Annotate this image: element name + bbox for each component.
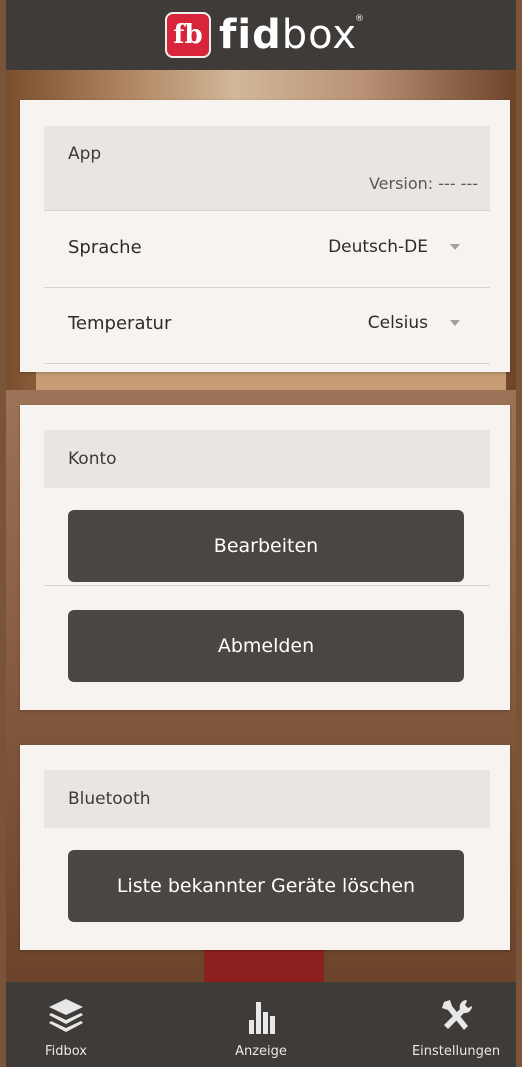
temperature-label: Temperatur — [68, 313, 172, 334]
chevron-down-icon — [450, 244, 460, 250]
bluetooth-section-title: Bluetooth — [68, 789, 151, 809]
logout-button[interactable]: Abmelden — [68, 610, 464, 682]
tools-icon — [442, 1000, 473, 1030]
nav-item-fidbox[interactable]: Fidbox — [6, 982, 126, 1067]
app-section-header: App Version: --- --- — [44, 126, 490, 210]
nav-label-einstellungen: Einstellungen — [411, 1044, 501, 1059]
language-value: Deutsch-DE — [328, 237, 428, 257]
background-table — [36, 370, 506, 390]
bar-chart-icon — [249, 1002, 275, 1034]
nav-label-fidbox: Fidbox — [45, 1044, 87, 1059]
account-section-title: Konto — [68, 449, 117, 469]
language-select[interactable]: Sprache Deutsch-DE — [44, 210, 490, 288]
app-section-title: App — [68, 144, 102, 164]
edit-account-button[interactable]: Bearbeiten — [68, 510, 464, 582]
app-settings-card: App Version: --- --- Sprache Deutsch-DE … — [20, 100, 510, 372]
nav-item-einstellungen[interactable]: Einstellungen — [396, 982, 516, 1067]
brand-name-bold: fid — [218, 12, 282, 58]
fidbox-logo-icon: fb — [164, 12, 211, 58]
account-section-header: Konto — [44, 430, 490, 488]
language-label: Sprache — [68, 237, 142, 258]
brand-name: fidbox ® — [218, 12, 364, 58]
brand-name-light: box — [281, 12, 358, 58]
bottom-navigation: Fidbox Anzeige Einstellungen — [6, 982, 516, 1067]
clear-known-devices-button[interactable]: Liste bekannter Geräte löschen — [68, 850, 464, 922]
nav-label-anzeige: Anzeige — [235, 1044, 287, 1059]
registered-mark: ® — [355, 14, 366, 24]
temperature-value: Celsius — [367, 313, 428, 333]
app-version: Version: --- --- — [368, 174, 478, 193]
layers-icon — [49, 999, 83, 1032]
account-card: Konto Bearbeiten Abmelden — [20, 405, 510, 710]
bluetooth-section-header: Bluetooth — [44, 770, 490, 828]
app-header: fb fidbox ® — [6, 0, 516, 70]
chevron-down-icon — [450, 320, 460, 326]
temperature-select[interactable]: Temperatur Celsius — [44, 287, 490, 364]
nav-item-anzeige[interactable]: Anzeige — [201, 982, 321, 1067]
bluetooth-card: Bluetooth Liste bekannter Geräte löschen — [20, 745, 510, 950]
divider — [44, 585, 490, 586]
